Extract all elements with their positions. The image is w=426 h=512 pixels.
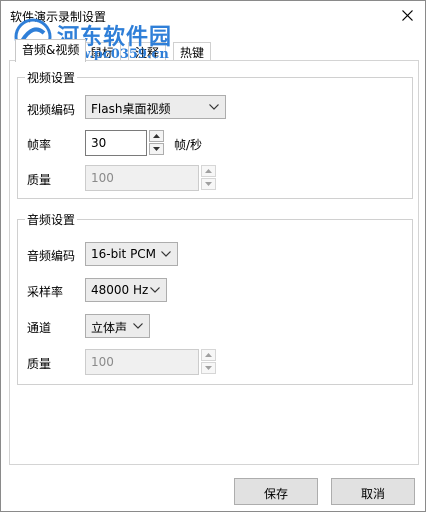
- fps-spin-buttons: [149, 130, 164, 156]
- chevron-down-icon: [161, 251, 171, 257]
- audio-codec-select[interactable]: 16-bit PCM: [85, 242, 178, 266]
- fps-stepper: 30: [85, 130, 165, 156]
- settings-dialog: 软件演示录制设置 音频&视频 鼠标 注释 热键 河东软件园 www.pc0359…: [0, 0, 426, 512]
- video-codec-value: Flash桌面视频: [91, 102, 171, 116]
- audio-quality-spin-buttons: [201, 349, 216, 375]
- sample-rate-value: 48000 Hz: [91, 283, 149, 297]
- arrow-up-icon: [153, 134, 160, 138]
- tab-strip: 音频&视频 鼠标 注释 热键: [15, 39, 415, 62]
- fps-down-button[interactable]: [149, 143, 164, 155]
- video-quality-spin-buttons: [201, 165, 216, 191]
- arrow-up-icon: [205, 353, 212, 357]
- arrow-down-icon: [205, 366, 212, 370]
- video-quality-value: 100: [91, 171, 114, 185]
- video-codec-select[interactable]: Flash桌面视频: [85, 95, 226, 119]
- video-group-title: 视频设置: [25, 69, 78, 86]
- audio-quality-input[interactable]: 100: [85, 349, 199, 375]
- video-codec-label: 视频编码: [27, 103, 76, 117]
- audio-settings-group: 音频设置 音频编码 16-bit PCM 采样率 48000 Hz 通道 立体声: [17, 211, 413, 385]
- close-button[interactable]: [391, 1, 425, 31]
- audio-group-title: 音频设置: [25, 211, 78, 228]
- arrow-down-icon: [205, 182, 212, 186]
- audio-quality-value: 100: [91, 355, 114, 369]
- fps-input[interactable]: 30: [85, 130, 147, 156]
- arrow-up-icon: [205, 169, 212, 173]
- audio-quality-up-button[interactable]: [201, 349, 216, 361]
- cancel-button[interactable]: 取消: [331, 478, 415, 505]
- video-settings-group: 视频设置 视频编码 Flash桌面视频 帧率 30 帧/秒 质量 100: [17, 69, 413, 199]
- sample-rate-select[interactable]: 48000 Hz: [85, 278, 167, 302]
- chevron-down-icon: [133, 323, 143, 329]
- chevron-down-icon: [150, 287, 160, 293]
- fps-up-button[interactable]: [149, 130, 164, 142]
- fps-unit: 帧/秒: [174, 138, 203, 152]
- video-quality-down-button[interactable]: [201, 178, 216, 190]
- video-quality-stepper: 100: [85, 165, 217, 191]
- tab-audio-video[interactable]: 音频&视频: [15, 39, 87, 62]
- audio-codec-value: 16-bit PCM: [91, 247, 157, 261]
- sample-rate-label: 采样率: [27, 285, 64, 299]
- tab-label: 音频&视频: [22, 43, 80, 57]
- audio-codec-label: 音频编码: [27, 249, 76, 263]
- fps-label: 帧率: [27, 138, 52, 152]
- close-icon: [402, 10, 413, 21]
- video-quality-label: 质量: [27, 173, 52, 187]
- channel-label: 通道: [27, 321, 52, 335]
- audio-quality-label: 质量: [27, 357, 52, 371]
- tab-panel: 视频设置 视频编码 Flash桌面视频 帧率 30 帧/秒 质量 100 音频设…: [9, 60, 419, 465]
- video-quality-input[interactable]: 100: [85, 165, 199, 191]
- arrow-down-icon: [153, 147, 160, 151]
- channel-value: 立体声: [91, 321, 128, 335]
- fps-value: 30: [91, 136, 107, 150]
- save-button[interactable]: 保存: [234, 478, 318, 505]
- audio-quality-down-button[interactable]: [201, 362, 216, 374]
- audio-quality-stepper: 100: [85, 349, 217, 375]
- chevron-down-icon: [209, 104, 219, 110]
- channel-select[interactable]: 立体声: [85, 314, 150, 338]
- video-quality-up-button[interactable]: [201, 165, 216, 177]
